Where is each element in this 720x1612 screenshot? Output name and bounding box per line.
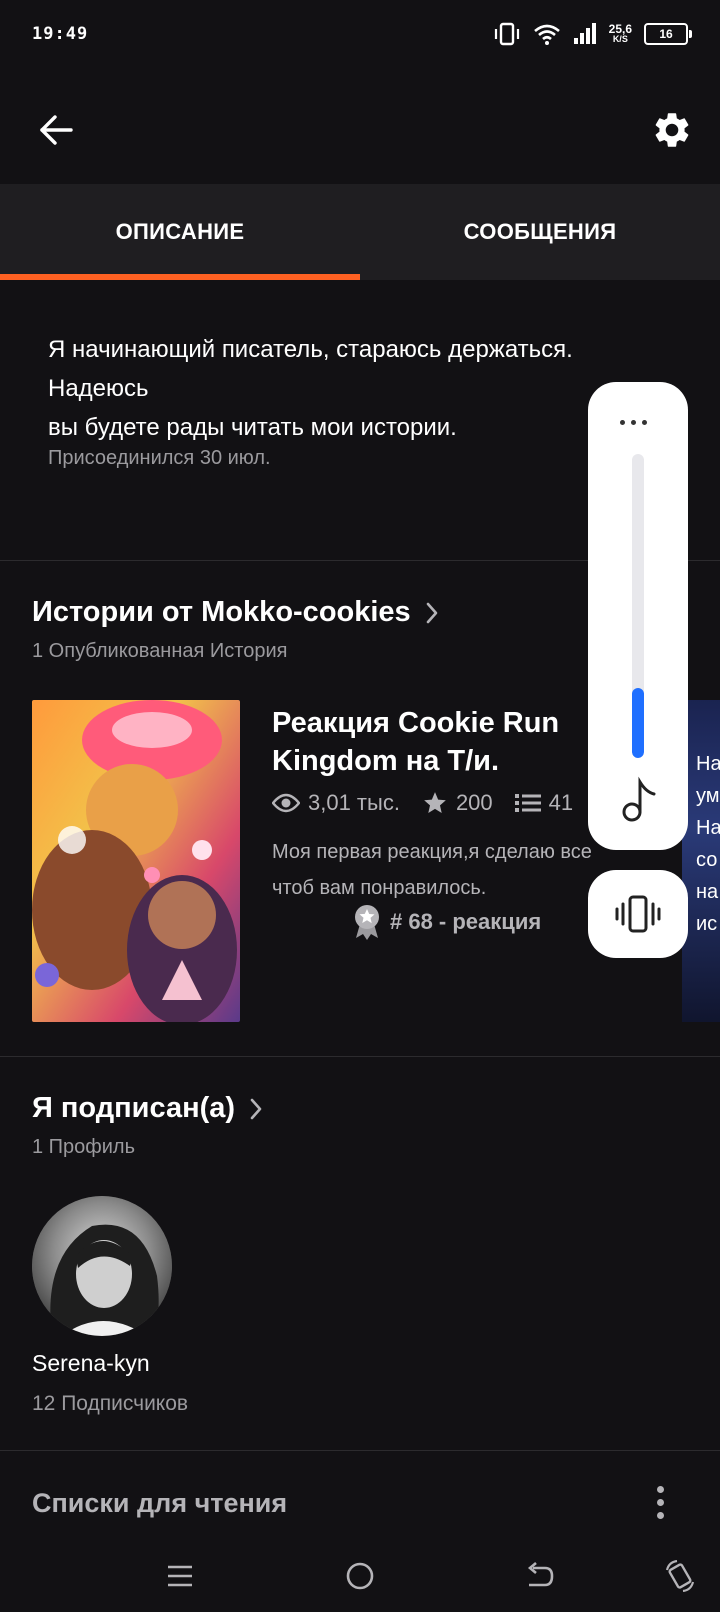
arrow-left-icon: [40, 115, 73, 145]
ringer-mode-button[interactable]: [588, 870, 688, 958]
star-icon: [424, 792, 446, 813]
battery-level: 16: [659, 27, 673, 41]
volume-panel: [588, 382, 688, 850]
volume-more-button[interactable]: [620, 420, 647, 425]
following-title: Я подписан(а): [32, 1092, 236, 1124]
votes-stat: 200: [422, 790, 493, 816]
profile-name[interactable]: Serena-kyn: [32, 1350, 150, 1377]
volume-slider-fill: [632, 688, 644, 758]
battery-indicator: 16: [644, 23, 692, 45]
volume-slider[interactable]: [632, 454, 644, 758]
recent-apps-button[interactable]: [158, 1554, 202, 1598]
divider: [0, 1056, 720, 1057]
wifi-icon: [533, 24, 560, 45]
rank-badge-icon: [355, 905, 379, 940]
network-speed-unit: K/S: [612, 34, 628, 44]
rotate-button[interactable]: [658, 1554, 702, 1598]
story-title[interactable]: Реакция Cookie Run Kingdom на Т/и.: [272, 704, 602, 780]
story-stats: 3,01 тыс. 200 41: [272, 790, 587, 816]
dot: [642, 420, 647, 425]
music-note-icon: [622, 776, 656, 822]
stories-header-link[interactable]: Истории от Mokko-cookies: [32, 596, 439, 629]
story-cover[interactable]: [32, 700, 240, 1022]
views-stat: 3,01 тыс.: [272, 790, 400, 816]
tab-messages[interactable]: СООБЩЕНИЯ: [360, 184, 720, 280]
settings-button[interactable]: [648, 106, 696, 154]
home-button[interactable]: [338, 1554, 382, 1598]
profile-followers: 12 Подписчиков: [32, 1392, 189, 1415]
back-button[interactable]: [34, 108, 78, 152]
divider: [0, 1450, 720, 1451]
next-cover-line: со: [696, 849, 718, 871]
story-description: Моя первая реакция,я сделаю все чтоб вам…: [272, 841, 592, 899]
stories-title: Истории от Mokko-cookies: [32, 596, 411, 628]
dot: [620, 420, 625, 425]
home-circle-icon: [346, 1562, 374, 1590]
vibrate-icon: [615, 895, 661, 933]
parts-stat: 41: [514, 790, 574, 816]
avatar-image: [32, 1196, 172, 1336]
parts-count: 41: [548, 790, 574, 815]
stories-count: 1 Опубликованная История: [32, 640, 288, 662]
chevron-right-icon: [250, 1098, 262, 1119]
views-count: 3,01 тыс.: [308, 790, 400, 815]
status-icons: 25,6 K/S 16: [493, 22, 692, 46]
story-cover-art: [32, 700, 240, 1022]
rotate-screen-icon: [665, 1560, 695, 1592]
votes-count: 200: [455, 790, 493, 815]
system-nav-bar: [0, 1540, 720, 1612]
app-bar: [0, 88, 720, 168]
status-bar: 19:49 25,6 K/S 16: [0, 0, 720, 72]
eye-icon: [272, 793, 300, 813]
network-speed-value: 25,6: [608, 22, 632, 36]
dot: [656, 1511, 664, 1519]
signal-icon: [573, 23, 596, 44]
chevron-right-icon: [426, 602, 437, 623]
back-arrow-icon: [527, 1562, 554, 1587]
gear-icon: [655, 113, 689, 147]
reading-lists-title: Списки для чтения: [32, 1488, 288, 1518]
vibrate-mode-icon: [494, 22, 519, 46]
following-header-link[interactable]: Я подписан(а): [32, 1092, 263, 1125]
status-time: 19:49: [32, 24, 89, 44]
avatar[interactable]: [32, 1196, 172, 1336]
dot: [631, 420, 636, 425]
list-icon: [514, 794, 541, 812]
rank-text: # 68 - реакция: [390, 909, 542, 934]
system-back-button[interactable]: [518, 1554, 562, 1598]
dot: [656, 1485, 664, 1493]
tab-description[interactable]: ОПИСАНИЕ: [0, 184, 360, 280]
menu-icon: [168, 1565, 192, 1587]
network-speed: 25,6 K/S: [608, 22, 632, 44]
more-options-button[interactable]: [644, 1480, 676, 1524]
following-count: 1 Профиль: [32, 1136, 136, 1158]
dot: [656, 1498, 664, 1506]
story-rank[interactable]: # 68 - реакция: [352, 904, 541, 940]
profile-tabs: ОПИСАНИЕ СООБЩЕНИЯ: [0, 184, 720, 280]
